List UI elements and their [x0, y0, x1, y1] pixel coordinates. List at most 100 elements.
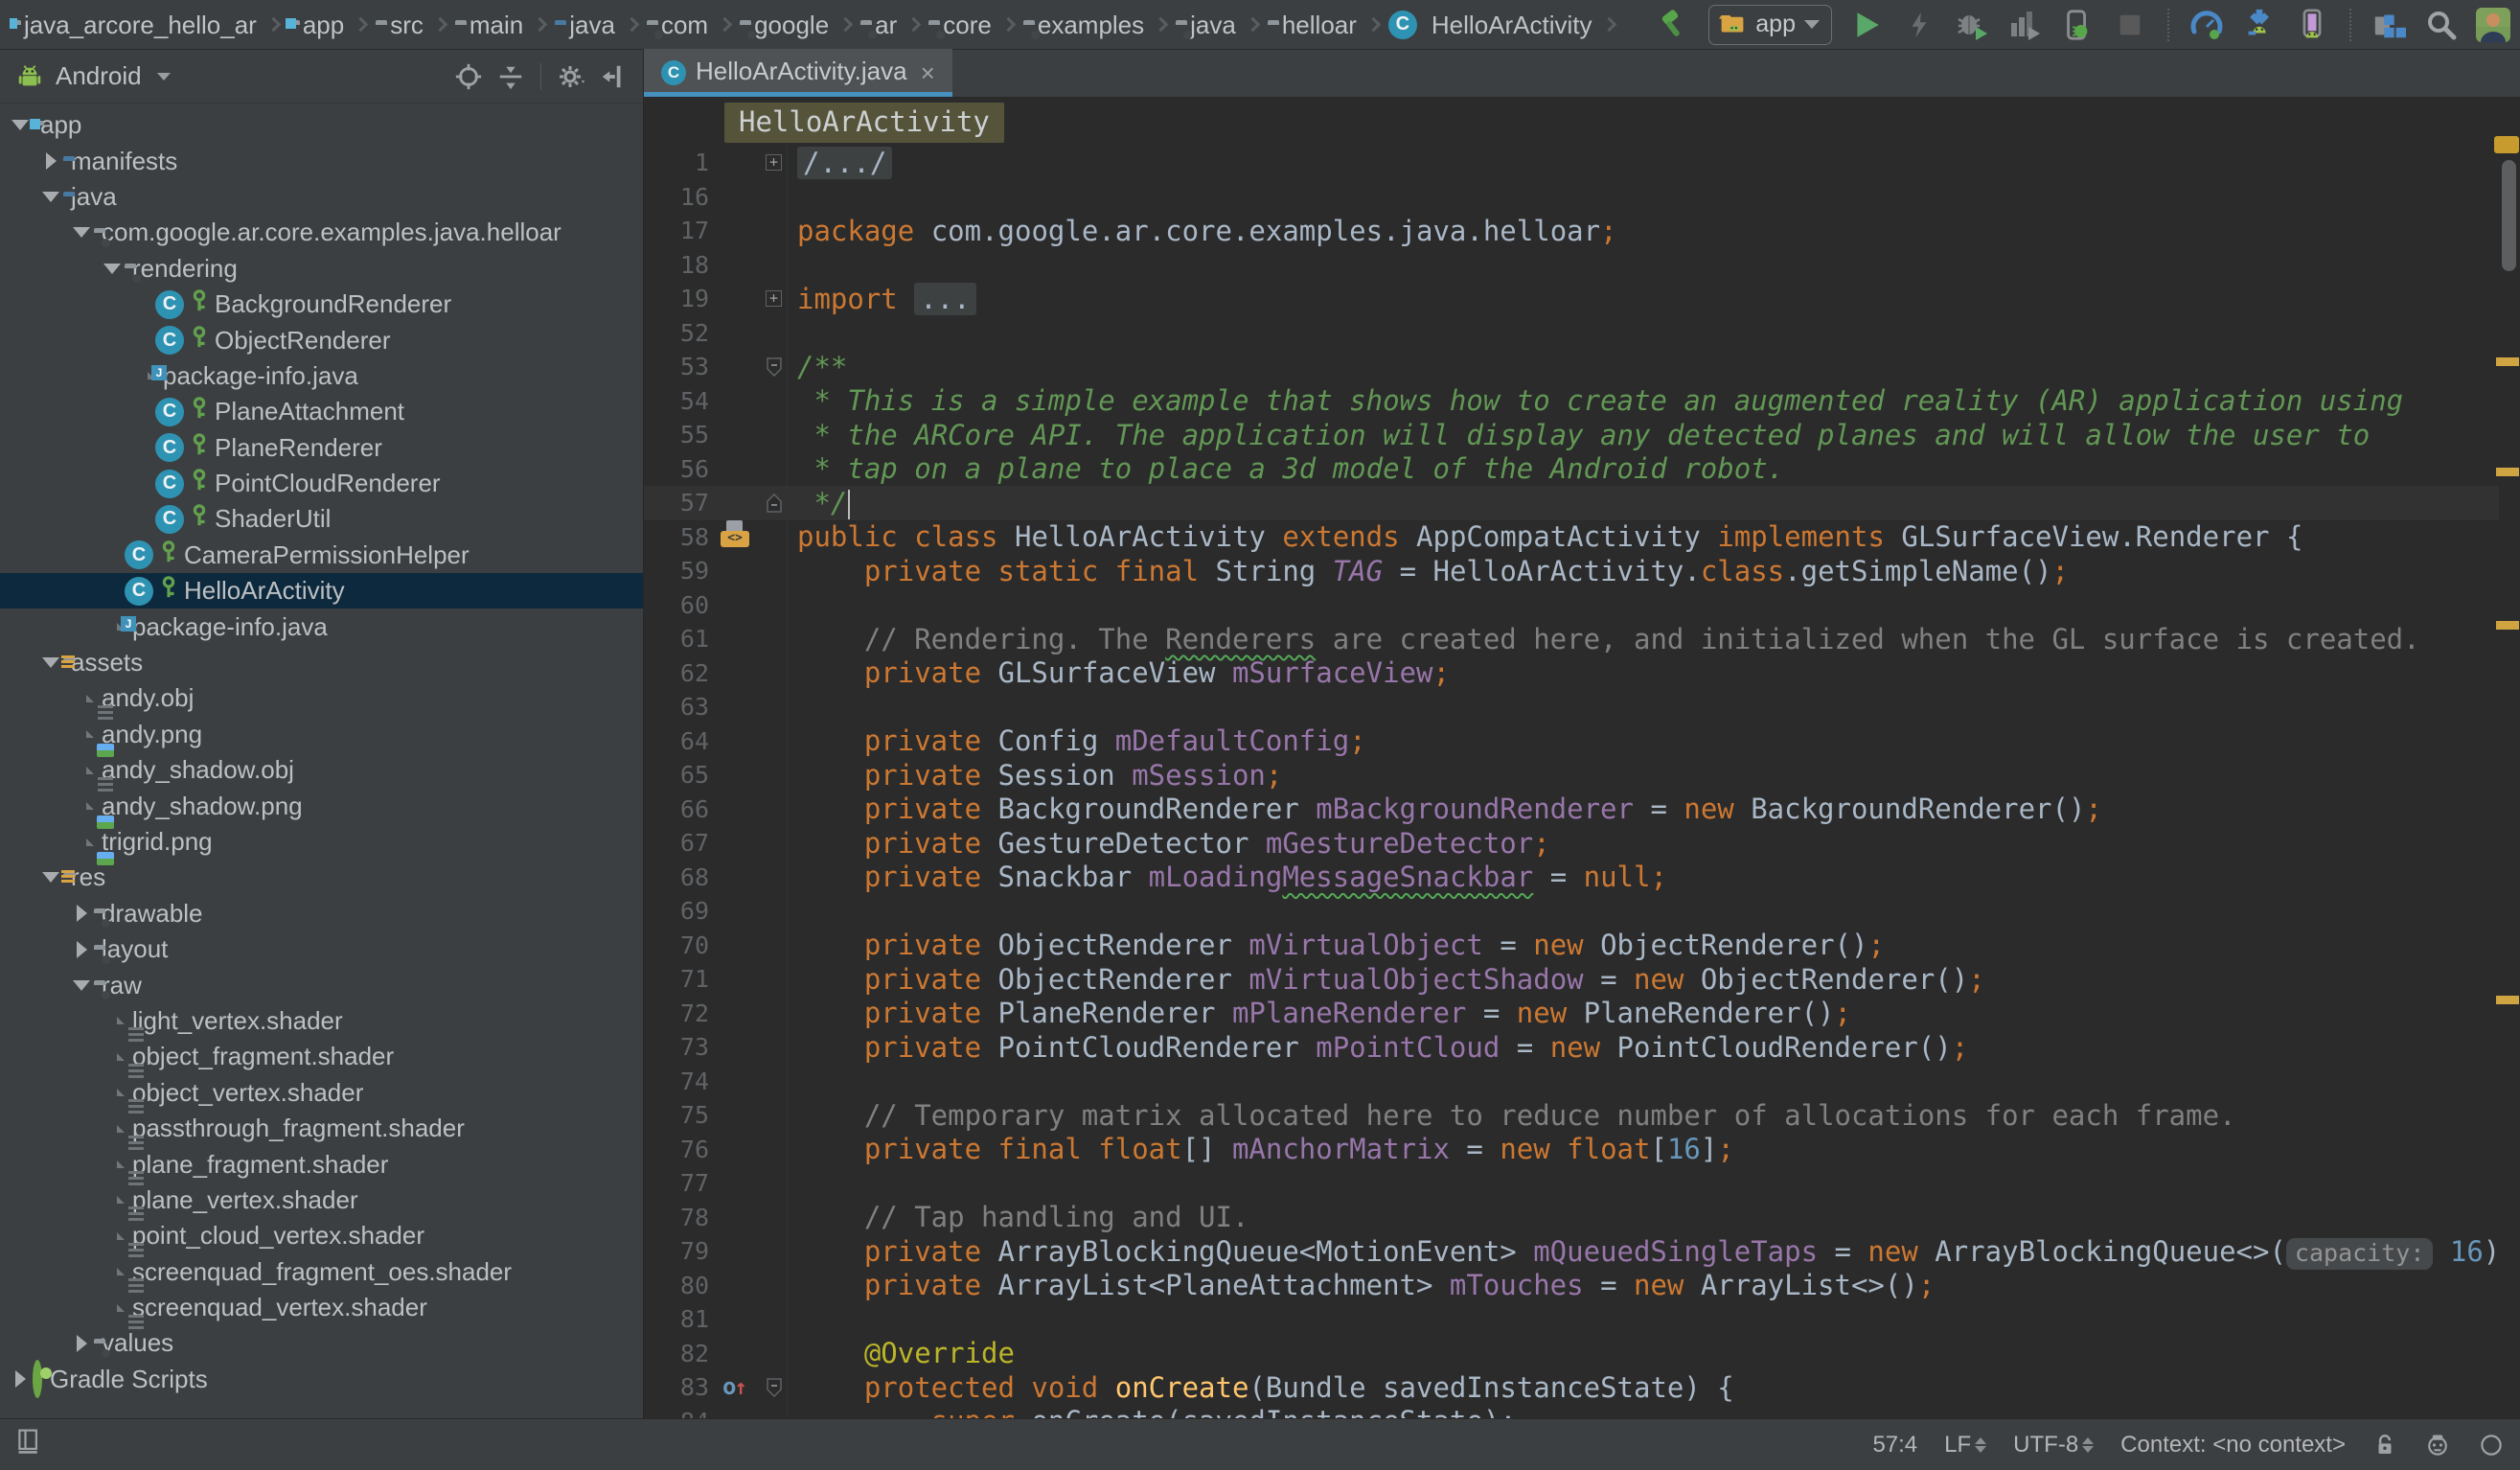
code-line-52[interactable]: 52 [644, 316, 2499, 351]
tree-item-andy-shadow-obj[interactable]: andy_shadow.obj [0, 752, 643, 788]
profile-icon[interactable] [2006, 7, 2043, 43]
tree-item-app[interactable]: app [0, 107, 643, 143]
code-line-72[interactable]: 72 private PlaneRenderer mPlaneRenderer … [644, 997, 2499, 1031]
code-line-66[interactable]: 66 private BackgroundRenderer mBackgroun… [644, 792, 2499, 827]
close-tab-icon[interactable]: × [921, 58, 935, 88]
code-line-65[interactable]: 65 private Session mSession; [644, 758, 2499, 792]
tree-item-point-cloud-vertex-shader[interactable]: point_cloud_vertex.shader [0, 1218, 643, 1253]
tree-item-andy-shadow-png[interactable]: andy_shadow.png [0, 788, 643, 823]
tree-item-camerapermissionhelper[interactable]: CCameraPermissionHelper [0, 538, 643, 573]
sdk-manager-icon[interactable] [2241, 7, 2278, 43]
tree-item-helloaractivity[interactable]: CHelloArActivity [0, 573, 643, 609]
breadcrumb-item-ar[interactable]: ar [860, 10, 897, 40]
avd-manager-icon[interactable] [2188, 7, 2225, 43]
tree-item-raw[interactable]: raw [0, 967, 643, 1002]
tree-item-plane-fragment-shader[interactable]: plane_fragment.shader [0, 1146, 643, 1182]
run-icon[interactable] [1848, 7, 1885, 43]
code-line-1[interactable]: 1+/.../ [644, 146, 2499, 180]
fold-marker-icon[interactable]: + [761, 282, 788, 316]
tree-item-package-info-java[interactable]: package-info.java [0, 609, 643, 644]
fold-marker-icon[interactable] [761, 350, 788, 384]
breadcrumb-item-helloar[interactable]: helloar [1268, 10, 1357, 40]
editor-scrollbar[interactable] [2502, 160, 2516, 271]
tree-item-screenquad-vertex-shader[interactable]: screenquad_vertex.shader [0, 1290, 643, 1325]
line-separator-select[interactable]: LF [1944, 1432, 1986, 1459]
collapse-arrow-icon[interactable] [69, 1335, 94, 1352]
code-line-83[interactable]: 83o↑ protected void onCreate(Bundle save… [644, 1370, 2499, 1405]
code-line-61[interactable]: 61 // Rendering. The Renderers are creat… [644, 622, 2499, 656]
code-line-67[interactable]: 67 private GestureDetector mGestureDetec… [644, 826, 2499, 861]
tree-item-pointcloudrenderer[interactable]: CPointCloudRenderer [0, 466, 643, 501]
tree-item-backgroundrenderer[interactable]: CBackgroundRenderer [0, 287, 643, 322]
code-line-58[interactable]: 58<>public class HelloArActivity extends… [644, 520, 2499, 555]
fold-marker-icon[interactable]: + [761, 146, 788, 180]
device-manager-icon[interactable] [2294, 7, 2330, 43]
code-line-79[interactable]: 79 private ArrayBlockingQueue<MotionEven… [644, 1234, 2499, 1269]
expand-arrow-icon[interactable] [69, 980, 94, 991]
code-line-57[interactable]: 57 */ [644, 486, 2499, 520]
code-line-55[interactable]: 55 * the ARCore API. The application wil… [644, 418, 2499, 452]
fold-marker-icon[interactable] [761, 486, 788, 520]
tree-item-andy-png[interactable]: andy.png [0, 717, 643, 752]
code-line-19[interactable]: 19+import ... [644, 282, 2499, 316]
tree-item-layout[interactable]: layout [0, 931, 643, 967]
expand-arrow-icon[interactable] [38, 872, 63, 883]
code-line-17[interactable]: 17package com.google.ar.core.examples.ja… [644, 214, 2499, 248]
overriding-method-icon[interactable]: o↑ [722, 1373, 747, 1400]
breadcrumb-item-src[interactable]: src [376, 10, 424, 40]
locate-file-icon[interactable] [452, 60, 485, 93]
breadcrumb-item-java_arcore_hello_ar[interactable]: java_arcore_hello_ar [10, 10, 257, 40]
caret-position[interactable]: 57:4 [1872, 1432, 1917, 1459]
code-line-16[interactable]: 16 [644, 180, 2499, 215]
hide-panel-icon[interactable] [597, 60, 630, 93]
chevron-down-icon[interactable] [157, 73, 171, 80]
collapse-arrow-icon[interactable] [38, 152, 63, 170]
code-line-63[interactable]: 63 [644, 690, 2499, 724]
notifications-icon[interactable] [2478, 1432, 2505, 1459]
tree-item-screenquad-fragment-oes-shader[interactable]: screenquad_fragment_oes.shader [0, 1254, 643, 1290]
tree-item-trigrid-png[interactable]: trigrid.png [0, 824, 643, 860]
code-line-69[interactable]: 69 [644, 894, 2499, 929]
encoding-select[interactable]: UTF-8 [2013, 1432, 2094, 1459]
breadcrumb-item-helloaractivity[interactable]: CHelloArActivity [1388, 10, 1592, 40]
tree-item-rendering[interactable]: rendering [0, 251, 643, 287]
tree-item-res[interactable]: res [0, 860, 643, 895]
expand-arrow-icon[interactable] [38, 657, 63, 668]
tree-item-object-vertex-shader[interactable]: object_vertex.shader [0, 1075, 643, 1111]
code-line-56[interactable]: 56 * tap on a plane to place a 3d model … [644, 452, 2499, 487]
tree-item-planerenderer[interactable]: CPlaneRenderer [0, 430, 643, 466]
build-hammer-icon[interactable] [1656, 7, 1692, 43]
code-line-78[interactable]: 78 // Tap handling and UI. [644, 1201, 2499, 1235]
code-line-60[interactable]: 60 [644, 588, 2499, 623]
tree-item-drawable[interactable]: drawable [0, 896, 643, 931]
tree-item-object-fragment-shader[interactable]: object_fragment.shader [0, 1039, 643, 1074]
go-to-related-xml-icon[interactable]: <> [721, 520, 749, 547]
code-editor[interactable]: HelloArActivity 1+/.../1617package com.g… [644, 98, 2520, 1418]
project-structure-icon[interactable] [2371, 7, 2407, 43]
tab-helloaractivity[interactable]: C HelloArActivity.java × [644, 49, 952, 97]
expand-arrow-icon[interactable] [100, 264, 125, 274]
tree-item-values[interactable]: values [0, 1325, 643, 1361]
tree-item-plane-vertex-shader[interactable]: plane_vertex.shader [0, 1183, 643, 1218]
code-line-64[interactable]: 64 private Config mDefaultConfig; [644, 724, 2499, 759]
highlighting-level-icon[interactable] [2424, 1432, 2451, 1459]
tree-item-light-vertex-shader[interactable]: light_vertex.shader [0, 1003, 643, 1039]
code-line-84[interactable]: 84 super.onCreate(savedInstanceState); [644, 1405, 2499, 1419]
code-line-82[interactable]: 82 @Override [644, 1337, 2499, 1371]
warning-stripe-mark[interactable] [2496, 996, 2519, 1004]
tree-item-package-info-java[interactable]: package-info.java [0, 358, 643, 394]
tree-item-objectrenderer[interactable]: CObjectRenderer [0, 322, 643, 357]
tree-item-passthrough-fragment-shader[interactable]: passthrough_fragment.shader [0, 1111, 643, 1146]
breadcrumb-item-main[interactable]: main [455, 10, 523, 40]
breadcrumb-item-google[interactable]: google [740, 10, 829, 40]
context-widget[interactable]: Context: <no context> [2120, 1432, 2346, 1459]
tree-item-andy-obj[interactable]: andy.obj [0, 680, 643, 716]
collapse-arrow-icon[interactable] [69, 905, 94, 922]
debug-icon[interactable] [1954, 7, 1990, 43]
inspection-indicator[interactable] [2494, 136, 2519, 153]
fold-marker-icon[interactable] [761, 1370, 788, 1405]
code-line-77[interactable]: 77 [644, 1166, 2499, 1201]
code-line-70[interactable]: 70 private ObjectRenderer mVirtualObject… [644, 929, 2499, 963]
breadcrumb-item-java[interactable]: java [555, 10, 615, 40]
code-line-68[interactable]: 68 private Snackbar mLoadingMessageSnack… [644, 861, 2499, 895]
